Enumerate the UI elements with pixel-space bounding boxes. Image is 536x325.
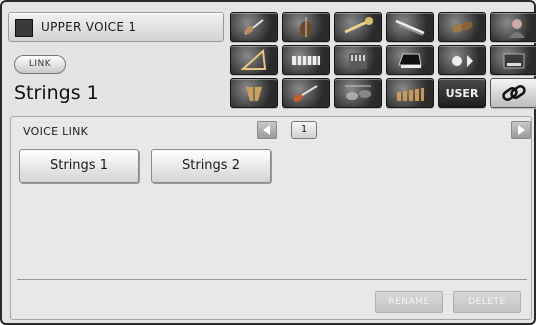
title-bar: UPPER VOICE 1 [8,12,224,42]
linked-voice-button[interactable]: Strings 1 [19,149,139,183]
keyboard-icon[interactable] [282,45,330,75]
link-icon [502,85,526,101]
triangle-right-icon [518,125,525,135]
page-number: 1 [291,121,317,139]
mallet-icon[interactable] [386,78,434,108]
linked-voice-button[interactable]: Strings 2 [151,149,271,183]
link-badge[interactable]: LINK [14,55,66,74]
divider [17,279,527,280]
next-page-button[interactable] [511,121,531,139]
screen-title: UPPER VOICE 1 [41,20,137,34]
link-voice-button[interactable] [490,78,536,108]
panel-title: VOICE LINK [23,125,89,138]
organ-icon[interactable] [334,45,382,75]
voice-link-screen: UPPER VOICE 1 LINK Strings 1 USER VOICE … [0,0,536,325]
harp-icon[interactable] [230,45,278,75]
voice-category-grid: USER [226,10,536,112]
user-icon: USER [445,86,479,100]
violin-icon[interactable] [230,12,278,42]
prev-page-button[interactable] [257,121,277,139]
voice-color-swatch [15,19,33,37]
rename-button[interactable]: RENAME [375,291,443,313]
theatre-organ-icon[interactable] [490,45,536,75]
triangle-left-icon [263,125,270,135]
selected-voice-name: Strings 1 [14,82,99,104]
choir-icon[interactable] [490,12,536,42]
guitar-icon[interactable] [282,78,330,108]
brass-icon[interactable] [334,12,382,42]
piano-icon[interactable] [386,45,434,75]
string-ensemble-icon[interactable] [438,12,486,42]
woodwind-icon[interactable] [386,12,434,42]
world-instrument-icon[interactable] [438,45,486,75]
drum-kit-icon[interactable] [334,78,382,108]
percussion-icon[interactable] [230,78,278,108]
cello-icon[interactable] [282,12,330,42]
voice-link-panel: VOICE LINK 1 Strings 1 Strings 2 RENAME … [10,116,532,320]
user-voice-button[interactable]: USER [438,78,486,108]
delete-button[interactable]: DELETE [453,291,521,313]
